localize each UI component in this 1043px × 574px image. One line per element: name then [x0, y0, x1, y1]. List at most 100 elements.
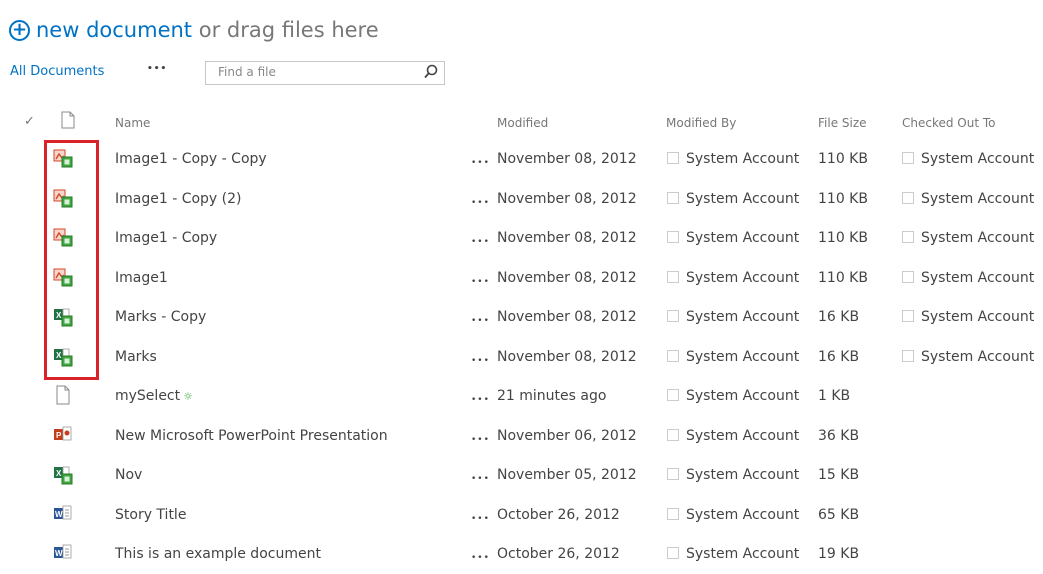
modified-by-user[interactable]: System Account — [667, 149, 799, 169]
file-size: 1 KB — [818, 388, 851, 404]
table-row[interactable]: W This is an example document ••• October 2… — [0, 534, 1043, 574]
item-menu-button[interactable]: ••• — [471, 509, 490, 529]
item-menu-button[interactable]: ••• — [471, 548, 490, 568]
modified-by-user[interactable]: System Account — [667, 189, 799, 209]
file-name-link[interactable]: Marks - Copy — [115, 307, 206, 327]
modified-by-user[interactable]: System Account — [667, 544, 799, 564]
presence-indicator — [667, 428, 679, 441]
presence-indicator — [667, 349, 679, 362]
table-row[interactable]: Image1 - Copy ••• November 08, 2012 System … — [0, 218, 1043, 258]
item-menu-button[interactable]: ••• — [471, 430, 490, 450]
file-name-link[interactable]: Marks — [115, 347, 157, 367]
item-menu-button[interactable]: ••• — [471, 311, 490, 331]
svg-text:W: W — [55, 549, 63, 558]
table-row[interactable]: X Marks - Copy ••• November 08, 2012 System … — [0, 297, 1043, 337]
modified-by-user[interactable]: System Account — [667, 505, 799, 525]
presence-indicator — [667, 231, 679, 243]
modified-date: November 08, 2012 — [497, 348, 637, 365]
modified-date: November 06, 2012 — [497, 427, 637, 444]
column-header-modified[interactable]: Modified — [497, 116, 548, 130]
modified-by-user[interactable]: System Account — [667, 426, 799, 446]
modified-date: November 05, 2012 — [497, 467, 637, 483]
table-row[interactable]: Image1 ••• November 08, 2012 System Account… — [0, 258, 1043, 298]
file-name-link[interactable]: This is an example document — [115, 544, 321, 564]
add-circle-icon[interactable]: + — [9, 20, 30, 41]
modified-date: November 08, 2012 — [497, 190, 637, 207]
file-name-link[interactable]: mySelect ☼ — [115, 386, 193, 407]
view-more-button[interactable]: ••• — [147, 64, 167, 74]
file-size: 19 KB — [818, 546, 860, 562]
presence-indicator — [902, 191, 914, 204]
checked-out-user[interactable]: System Account — [902, 228, 1034, 248]
checked-out-user[interactable]: System Account — [902, 189, 1034, 209]
svg-text:X: X — [56, 469, 62, 478]
search-box[interactable]: Find a file — [205, 61, 445, 85]
presence-indicator — [667, 547, 679, 559]
search-input[interactable]: Find a file — [218, 65, 276, 79]
new-document-link[interactable]: new document — [36, 18, 192, 42]
file-size: 110 KB — [818, 151, 868, 167]
file-name-link[interactable]: Nov — [115, 465, 142, 485]
item-menu-button[interactable]: ••• — [471, 232, 490, 252]
table-row[interactable]: mySelect ☼ ••• 21 minutes ago System Account… — [0, 376, 1043, 416]
file-size: 110 KB — [818, 190, 868, 207]
checked-out-user[interactable]: System Account — [902, 268, 1034, 288]
item-menu-button[interactable]: ••• — [471, 153, 490, 173]
checked-out-user[interactable]: System Account — [902, 149, 1034, 169]
presence-indicator — [902, 152, 914, 164]
item-menu-button[interactable]: ••• — [471, 351, 490, 371]
item-menu-button[interactable]: ••• — [471, 390, 490, 410]
column-header-modified-by[interactable]: Modified By — [666, 116, 736, 130]
modified-by-user[interactable]: System Account — [667, 465, 799, 485]
modified-date: 21 minutes ago — [497, 388, 607, 404]
file-name-link[interactable]: Image1 — [115, 268, 168, 288]
table-row[interactable]: X Marks ••• November 08, 2012 System Account… — [0, 337, 1043, 377]
new-document-bar: + new document or drag files here — [9, 15, 379, 45]
item-menu-button[interactable]: ••• — [471, 193, 490, 213]
modified-date: October 26, 2012 — [497, 546, 620, 562]
svg-text:P: P — [56, 431, 62, 440]
magnifier-icon[interactable] — [422, 63, 440, 81]
presence-indicator — [902, 349, 914, 362]
file-size: 110 KB — [818, 269, 868, 286]
view-all-documents[interactable]: All Documents — [10, 64, 104, 79]
file-name-link[interactable]: Image1 - Copy (2) — [115, 189, 242, 209]
column-header-file-size[interactable]: File Size — [818, 116, 867, 130]
presence-indicator — [667, 270, 679, 283]
modified-by-user[interactable]: System Account — [667, 228, 799, 248]
presence-indicator — [902, 231, 914, 243]
table-row[interactable]: P New Microsoft PowerPoint Presentation ••… — [0, 416, 1043, 456]
file-size: 16 KB — [818, 309, 860, 325]
table-row[interactable]: X Nov ••• November 05, 2012 System Account 15… — [0, 455, 1043, 495]
modified-by-user[interactable]: System Account — [667, 307, 799, 327]
file-size: 15 KB — [818, 467, 860, 483]
drag-files-hint: or drag files here — [192, 18, 379, 42]
highlight-box — [44, 140, 99, 380]
column-header-checked-out-to[interactable]: Checked Out To — [902, 116, 996, 130]
file-size: 16 KB — [818, 348, 860, 365]
presence-indicator — [667, 152, 679, 164]
document-icon[interactable] — [61, 111, 75, 129]
presence-indicator — [667, 468, 679, 480]
file-size: 65 KB — [818, 506, 860, 523]
item-menu-button[interactable]: ••• — [471, 469, 490, 489]
presence-indicator — [667, 507, 679, 520]
new-badge: ☼ — [183, 390, 193, 403]
modified-by-user[interactable]: System Account — [667, 386, 799, 406]
presence-indicator — [902, 270, 914, 283]
item-menu-button[interactable]: ••• — [471, 272, 490, 292]
select-all-check[interactable]: ✓ — [24, 114, 35, 129]
file-name-link[interactable]: Image1 - Copy — [115, 228, 217, 248]
modified-date: November 08, 2012 — [497, 230, 637, 246]
file-name-link[interactable]: New Microsoft PowerPoint Presentation — [115, 426, 388, 446]
modified-by-user[interactable]: System Account — [667, 347, 799, 367]
modified-by-user[interactable]: System Account — [667, 268, 799, 288]
table-row[interactable]: Image1 - Copy (2) ••• November 08, 2012 Sys… — [0, 179, 1043, 219]
column-header-name[interactable]: Name — [115, 116, 150, 130]
checked-out-user[interactable]: System Account — [902, 347, 1034, 367]
table-row[interactable]: Image1 - Copy - Copy ••• November 08, 2012… — [0, 139, 1043, 179]
table-row[interactable]: W Story Title ••• October 26, 2012 System Ac… — [0, 495, 1043, 535]
file-name-link[interactable]: Image1 - Copy - Copy — [115, 149, 267, 169]
checked-out-user[interactable]: System Account — [902, 307, 1034, 327]
file-name-link[interactable]: Story Title — [115, 505, 186, 525]
